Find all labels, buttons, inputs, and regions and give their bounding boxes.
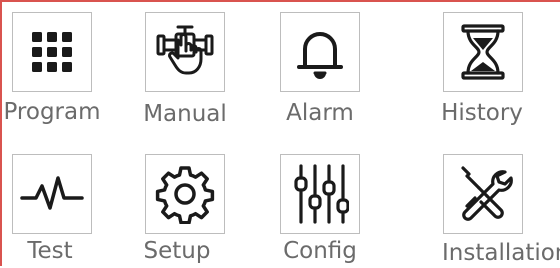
gear-icon: [155, 166, 215, 224]
history-button[interactable]: [443, 12, 523, 92]
config-label: Config: [283, 238, 357, 264]
installation-button[interactable]: [443, 154, 523, 234]
valve-hand-icon: [156, 25, 214, 75]
sliders-icon: [294, 164, 349, 224]
history-label: History: [441, 100, 523, 126]
alarm-label: Alarm: [286, 100, 354, 126]
frame-left-border: [0, 0, 2, 266]
config-button[interactable]: [280, 154, 360, 234]
manual-label: Manual: [143, 101, 227, 127]
alarm-button[interactable]: [280, 12, 360, 92]
test-label: Test: [27, 238, 73, 264]
frame-top-border: [0, 0, 560, 2]
setup-label: Setup: [143, 238, 211, 264]
grid-icon: [32, 32, 72, 72]
bell-icon: [297, 32, 343, 79]
program-label: Program: [3, 99, 101, 125]
pulse-icon: [20, 176, 84, 210]
manual-button[interactable]: [145, 12, 225, 92]
setup-button[interactable]: [145, 154, 225, 234]
installation-label: Installation: [442, 240, 560, 266]
hourglass-icon: [461, 24, 505, 80]
program-button[interactable]: [12, 12, 92, 92]
test-button[interactable]: [12, 154, 92, 234]
tools-icon: [461, 166, 513, 221]
